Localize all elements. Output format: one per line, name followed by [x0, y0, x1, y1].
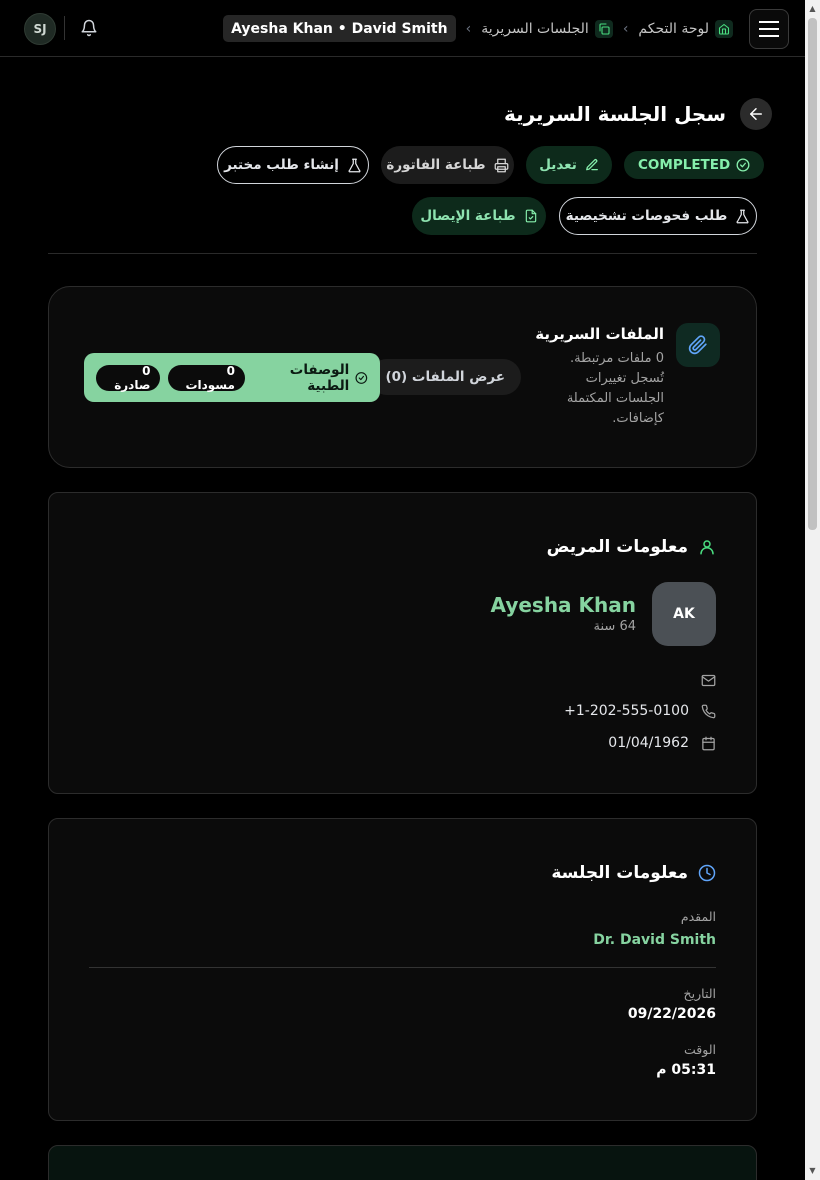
clinical-files-card: الملفات السريرية 0 ملفات مرتبطة. تُسجل ت… — [48, 286, 757, 468]
flask-icon — [348, 158, 361, 172]
time-label: الوقت — [684, 1042, 716, 1057]
menu-button[interactable] — [749, 9, 789, 49]
mail-icon — [701, 674, 716, 687]
prescriptions-label-text: الوصفات الطبية — [289, 361, 350, 394]
chevron-left-icon: ‹ — [622, 20, 629, 37]
page-title: سجل الجلسة السريرية — [503, 102, 726, 126]
diagnostic-request-label: طلب فحوصات تشخيصية — [565, 208, 728, 224]
back-button[interactable] — [740, 98, 772, 130]
clock-icon — [698, 864, 716, 882]
provider-value: Dr. David Smith — [593, 932, 716, 948]
bell-icon[interactable] — [78, 17, 100, 39]
create-lab-request-button[interactable]: إنشاء طلب مختبر — [217, 146, 369, 184]
patient-email-row — [701, 673, 716, 688]
status-label: COMPLETED — [638, 157, 731, 173]
header-divider — [64, 16, 65, 40]
patient-info-card: معلومات المريض AK Ayesha Khan 64 سنة +1-… — [48, 492, 757, 794]
status-badge: COMPLETED — [624, 151, 765, 179]
print-invoice-button[interactable]: طباعة الفاتورة — [381, 146, 514, 184]
files-title: الملفات السريرية — [535, 325, 664, 343]
diagnostic-request-button[interactable]: طلب فحوصات تشخيصية — [559, 197, 757, 235]
date-label: التاريخ — [683, 986, 716, 1001]
home-icon — [715, 19, 733, 38]
user-icon — [700, 540, 714, 555]
breadcrumb-sessions-label: الجلسات السريرية — [481, 20, 589, 37]
patient-info-header: معلومات المريض — [547, 537, 716, 557]
prescriptions-label: الوصفات الطبية — [253, 362, 368, 394]
session-info-card: معلومات الجلسة المقدم Dr. David Smith ال… — [48, 818, 757, 1121]
pencil-icon — [585, 159, 598, 171]
calendar-icon — [702, 736, 715, 750]
breadcrumb-dashboard[interactable]: لوحة التحكم — [638, 19, 733, 38]
provider-label: المقدم — [680, 909, 716, 924]
next-card — [48, 1145, 757, 1180]
check-circle-icon — [736, 158, 750, 172]
flask-icon — [736, 209, 749, 223]
session-info-header: معلومات الجلسة — [551, 863, 716, 883]
printer-icon — [494, 158, 508, 172]
files-description: 0 ملفات مرتبطة. تُسجل تغييرات الجلسات ال… — [566, 351, 664, 426]
user-avatar[interactable]: SJ — [24, 13, 56, 45]
edit-button[interactable]: تعديل — [526, 146, 612, 184]
session-divider — [89, 967, 716, 968]
print-invoice-label: طباعة الفاتورة — [386, 157, 486, 173]
hamburger-icon — [759, 21, 779, 37]
scroll-thumb[interactable] — [808, 18, 817, 530]
patient-phone: +1-202-555-0100 — [564, 703, 689, 719]
patient-info-title: معلومات المريض — [546, 537, 688, 557]
check-circle-icon — [355, 371, 368, 384]
breadcrumb-current: Ayesha Khan • David Smith — [223, 15, 456, 42]
page-header: سجل الجلسة السريرية — [504, 98, 772, 130]
breadcrumb-dashboard-label: لوحة التحكم — [638, 20, 709, 37]
view-files-button[interactable]: عرض الملفات (0) — [369, 359, 521, 395]
patient-avatar: AK — [652, 582, 716, 646]
paperclip-icon — [676, 323, 720, 367]
scrollbar[interactable]: ▲ ▼ — [805, 0, 820, 1180]
session-info-title: معلومات الجلسة — [551, 863, 688, 883]
prescriptions-summary[interactable]: الوصفات الطبية 0 مسودات 0 صادرة — [84, 353, 380, 402]
patient-age: 64 سنة — [593, 619, 636, 634]
time-value: 05:31 م — [656, 1062, 716, 1078]
patient-dob-row: 01/04/1962 — [608, 735, 716, 751]
phone-icon — [701, 704, 716, 718]
date-value: 09/22/2026 — [627, 1006, 716, 1022]
top-bar: SJ لوحة التحكم ‹ الجلسات السريرية ‹ Ayes… — [0, 0, 805, 57]
arrow-left-icon — [750, 108, 762, 120]
files-info: الملفات السريرية 0 ملفات مرتبطة. تُسجل ت… — [534, 325, 664, 429]
chevron-left-icon: ‹ — [465, 20, 472, 37]
scroll-down-arrow-icon[interactable]: ▼ — [808, 1166, 817, 1176]
patient-name[interactable]: Ayesha Khan — [491, 593, 636, 617]
print-receipt-button[interactable]: طباعة الإيصال — [412, 197, 546, 235]
file-check-icon — [525, 209, 536, 223]
drafts-count-badge: 0 مسودات — [168, 364, 245, 392]
patient-dob: 01/04/1962 — [608, 735, 689, 751]
breadcrumb: لوحة التحكم ‹ الجلسات السريرية ‹ Ayesha … — [223, 15, 733, 42]
issued-count-badge: 0 صادرة — [96, 364, 161, 392]
scroll-up-arrow-icon[interactable]: ▲ — [808, 4, 817, 14]
section-divider — [48, 253, 757, 254]
edit-label: تعديل — [539, 157, 577, 173]
patient-phone-row: +1-202-555-0100 — [564, 703, 716, 719]
create-lab-request-label: إنشاء طلب مختبر — [224, 157, 339, 173]
breadcrumb-sessions[interactable]: الجلسات السريرية — [481, 19, 613, 38]
print-receipt-label: طباعة الإيصال — [420, 208, 516, 224]
copy-icon — [594, 19, 613, 38]
